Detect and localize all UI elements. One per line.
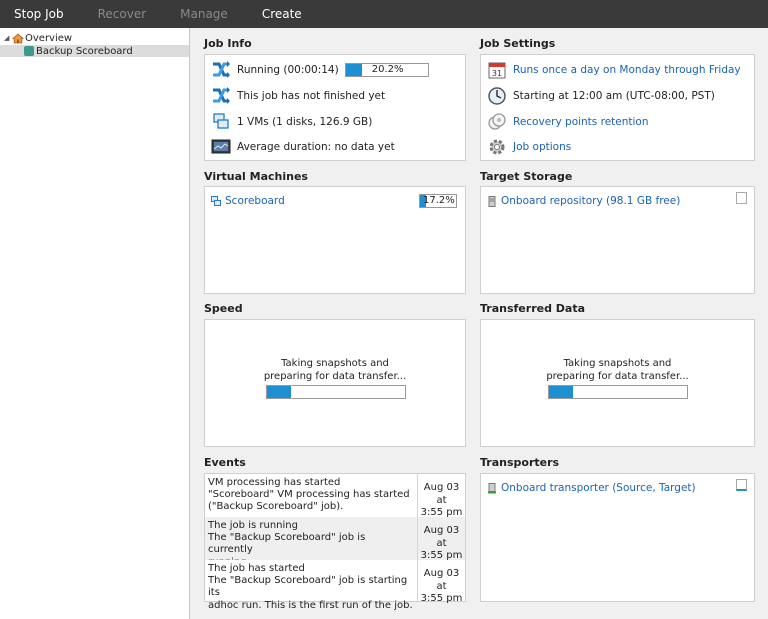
- event-time: Aug 03 at 3:55 pm: [417, 517, 465, 561]
- backup-job-icon: [24, 46, 34, 56]
- event-row[interactable]: VM processing has started "Scoreboard" V…: [205, 474, 465, 518]
- home-icon: [11, 32, 25, 44]
- event-title: The job is running: [208, 520, 298, 531]
- event-date: Aug 03 at: [423, 568, 460, 592]
- create-button[interactable]: Create: [262, 7, 302, 21]
- avg-duration-row: Average duration: no data yet: [211, 136, 395, 158]
- avg-duration-text: Average duration: no data yet: [237, 141, 395, 153]
- recover-button[interactable]: Recover: [98, 7, 147, 21]
- events-table: VM processing has started "Scoreboard" V…: [204, 473, 466, 611]
- speed-waiting-line1: Taking snapshots and: [281, 358, 389, 369]
- vm-progress-label: 17.2%: [423, 195, 455, 206]
- transferred-data-title: Transferred Data: [480, 302, 586, 315]
- event-clock: 3:55 pm: [420, 593, 463, 604]
- event-message: VM processing has started "Scoreboard" V…: [208, 477, 413, 514]
- job-progress-label: 20.2%: [371, 64, 404, 75]
- target-storage-title: Target Storage: [480, 170, 573, 183]
- transporter-status-box: [736, 479, 747, 491]
- job-options-link[interactable]: Job options: [513, 141, 571, 153]
- not-finished-text: This job has not finished yet: [237, 90, 386, 102]
- event-detail: adhoc run. This is the first run of the …: [208, 599, 413, 611]
- speed-waiting-text: Taking snapshots and preparing for data …: [205, 358, 465, 383]
- expand-triangle-icon[interactable]: ◢: [4, 34, 12, 42]
- transporters-panel: Onboard transporter (Source, Target): [480, 473, 755, 602]
- repository-status-box: [736, 192, 747, 204]
- event-date: Aug 03 at: [423, 525, 460, 549]
- transporters-title: Transporters: [480, 456, 560, 469]
- svg-text:31: 31: [492, 69, 502, 78]
- transferred-waiting-line2: preparing for data transfer...: [546, 370, 689, 382]
- vm-icon: [211, 112, 231, 132]
- speed-waiting-line2: preparing for data transfer...: [263, 370, 407, 382]
- job-progress-bar: 20.2%: [344, 63, 429, 77]
- event-row[interactable]: The job has started The "Backup Scoreboa…: [205, 560, 465, 611]
- job-status-text: Running (00:00:14): [237, 64, 339, 76]
- vms-text: 1 VMs (1 disks, 126.9 GB): [237, 116, 373, 128]
- speed-activity-bar: [266, 385, 406, 399]
- event-detail: The "Backup Scoreboard" job is starting …: [208, 575, 408, 599]
- vm-progress-bar: 17.2%: [419, 194, 457, 208]
- event-detail: ("Backup Scoreboard" job).: [208, 501, 344, 513]
- tree-label-job: Backup Scoreboard: [36, 45, 133, 57]
- transporter-list-item[interactable]: Onboard transporter (Source, Target): [487, 480, 748, 496]
- repository-list-item[interactable]: Onboard repository (98.1 GB free): [487, 193, 748, 209]
- retention-icon: [487, 112, 507, 132]
- events-title: Events: [204, 456, 246, 469]
- transporter-icon: [487, 482, 497, 494]
- transferred-waiting-text: Taking snapshots and preparing for data …: [481, 358, 754, 383]
- event-message: The job has started The "Backup Scoreboa…: [208, 563, 413, 612]
- transferred-waiting-line1: Taking snapshots and: [563, 358, 672, 369]
- clock-icon: [487, 86, 507, 106]
- duration-chart-icon: [211, 137, 231, 157]
- job-options-row[interactable]: Job options: [487, 136, 571, 158]
- event-date: Aug 03 at: [423, 482, 460, 506]
- event-title: The job has started: [208, 563, 305, 574]
- vms-row: 1 VMs (1 disks, 126.9 GB): [211, 111, 372, 133]
- sidebar-tree: ◢ Overview Backup Scoreboard: [0, 28, 190, 619]
- event-row[interactable]: The job is running The "Backup Scoreboar…: [205, 517, 465, 568]
- transferred-data-panel: Taking snapshots and preparing for data …: [480, 319, 755, 447]
- vm-icon: [211, 195, 221, 207]
- toolbar: Stop Job Recover Manage Create: [0, 0, 768, 28]
- start-time-text: Starting at 12:00 am (UTC-08:00, PST): [513, 90, 715, 102]
- start-time-row: Starting at 12:00 am (UTC-08:00, PST): [487, 85, 715, 107]
- schedule-link[interactable]: Runs once a day on Monday through Friday: [513, 64, 741, 76]
- speed-panel: Taking snapshots and preparing for data …: [204, 319, 466, 447]
- job-progress-fill: [345, 64, 363, 76]
- transferred-activity-fill: [549, 386, 573, 398]
- running-icon: [211, 60, 231, 80]
- tree-label-overview: Overview: [25, 32, 73, 44]
- tree-item-overview[interactable]: ◢ Overview: [0, 32, 189, 44]
- running-icon: [211, 86, 231, 106]
- transporter-link[interactable]: Onboard transporter (Source, Target): [501, 482, 696, 494]
- gear-icon: [487, 137, 507, 157]
- calendar-icon: 31: [487, 60, 507, 80]
- job-info-panel: Running (00:00:14) 20.2% This job has no…: [204, 54, 466, 161]
- event-time: Aug 03 at 3:55 pm: [417, 474, 465, 518]
- repository-link[interactable]: Onboard repository (98.1 GB free): [501, 195, 680, 207]
- transferred-activity-bar: [548, 385, 688, 399]
- job-info-title: Job Info: [204, 37, 252, 50]
- not-finished-row: This job has not finished yet: [211, 85, 385, 107]
- job-status-row: Running (00:00:14) 20.2%: [211, 59, 429, 81]
- retention-link[interactable]: Recovery points retention: [513, 116, 649, 128]
- vm-name-link[interactable]: Scoreboard: [225, 195, 285, 207]
- event-detail: "Scoreboard" VM processing has started: [208, 489, 410, 501]
- event-title: VM processing has started: [208, 477, 341, 488]
- target-storage-panel: Onboard repository (98.1 GB free): [480, 186, 755, 294]
- event-time: Aug 03 at 3:55 pm: [417, 560, 465, 604]
- manage-button[interactable]: Manage: [180, 7, 228, 21]
- speed-activity-fill: [267, 386, 291, 398]
- job-settings-panel: 31 Runs once a day on Monday through Fri…: [480, 54, 755, 161]
- retention-row[interactable]: Recovery points retention: [487, 111, 649, 133]
- stop-job-button[interactable]: Stop Job: [14, 7, 64, 21]
- virtual-machines-title: Virtual Machines: [204, 170, 308, 183]
- job-settings-title: Job Settings: [480, 37, 556, 50]
- speed-title: Speed: [204, 302, 243, 315]
- schedule-row[interactable]: 31 Runs once a day on Monday through Fri…: [487, 59, 741, 81]
- repository-icon: [487, 195, 497, 207]
- virtual-machines-panel: Scoreboard 17.2%: [204, 186, 466, 294]
- tree-item-backup-scoreboard[interactable]: Backup Scoreboard: [0, 45, 189, 57]
- event-detail: The "Backup Scoreboard" job is currently: [208, 532, 366, 556]
